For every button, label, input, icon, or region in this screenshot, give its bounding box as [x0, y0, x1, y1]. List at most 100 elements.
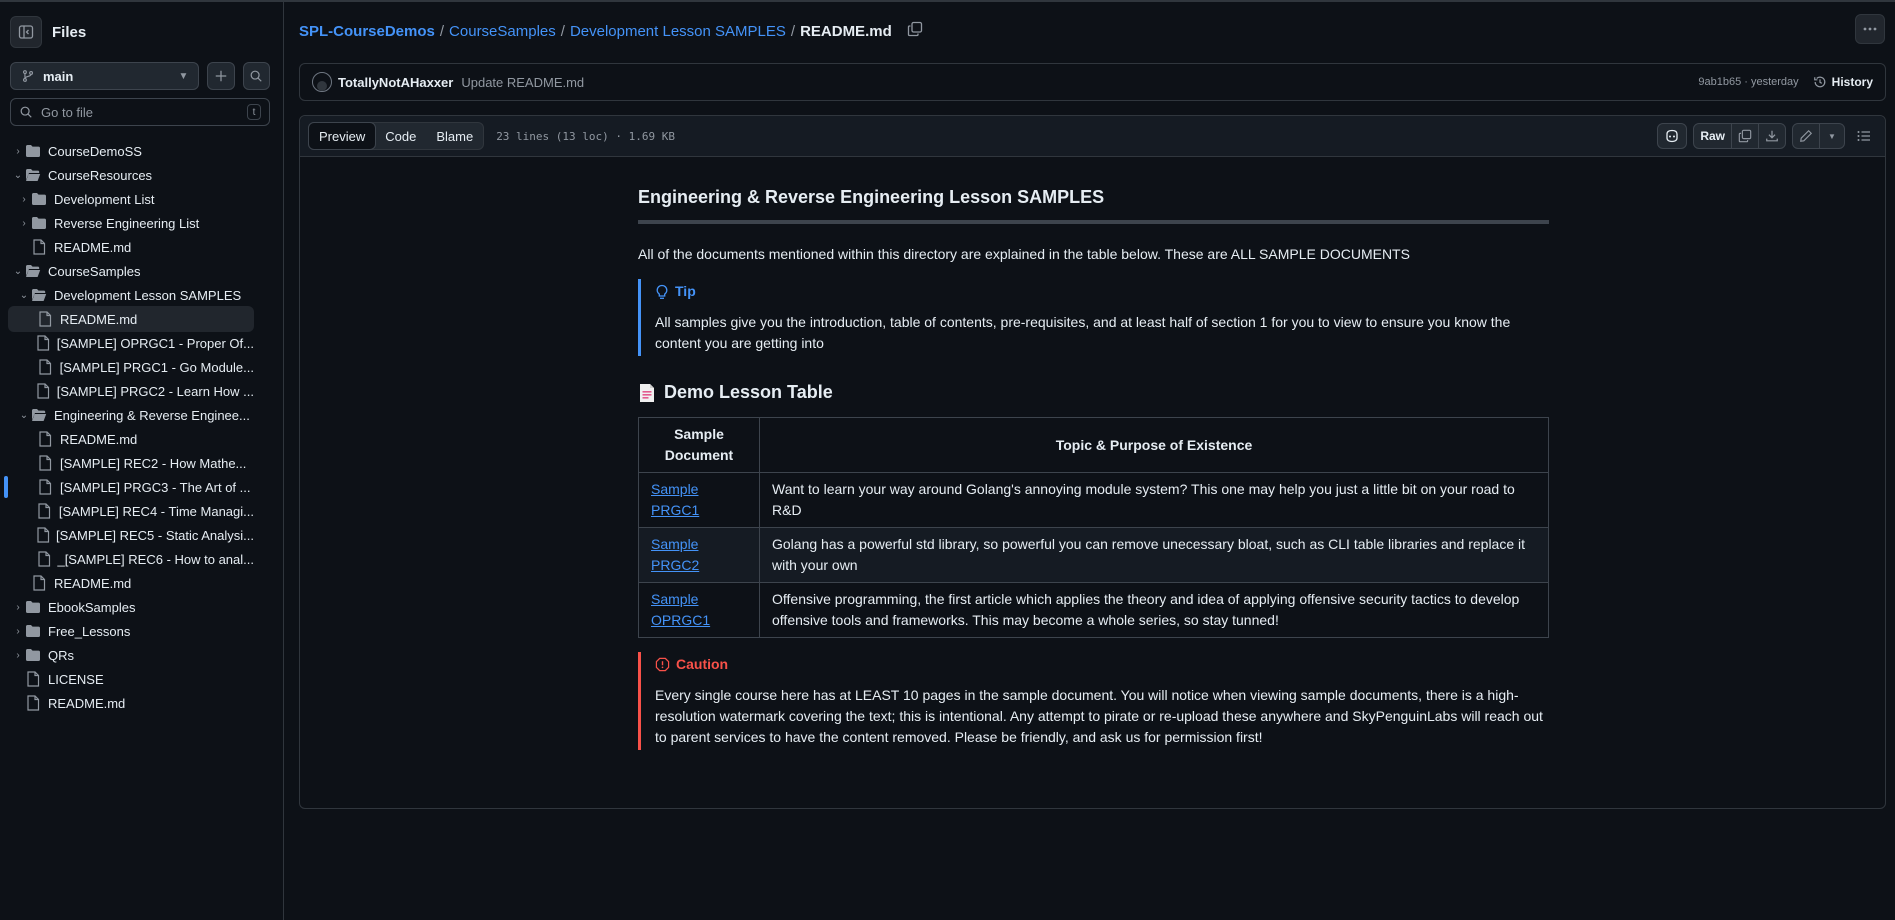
breadcrumb-dev-lesson-link[interactable]: Development Lesson SAMPLES	[570, 23, 786, 40]
tree-item-label: Free_Lessons	[48, 623, 131, 639]
tree-file-rec5[interactable]: [SAMPLE] REC5 - Static Analysi...	[8, 522, 254, 548]
tree-file-readme[interactable]: README.md	[8, 570, 254, 596]
sample-prgc2-link[interactable]: Sample PRGC2	[651, 536, 699, 573]
history-button[interactable]: History	[1813, 75, 1873, 89]
tree-folder-coursesamples[interactable]: ⌄ CourseSamples	[8, 258, 254, 284]
author-avatar[interactable]	[312, 72, 332, 92]
tree-file-prgc1[interactable]: [SAMPLE] PRGC1 - Go Module...	[8, 354, 254, 380]
tree-item-label: [SAMPLE] REC4 - Time Managi...	[58, 503, 254, 519]
file-icon	[36, 503, 53, 519]
tree-item-label: LICENSE	[48, 671, 104, 687]
tree-file-prgc3[interactable]: [SAMPLE] PRGC3 - The Art of ...	[8, 474, 254, 500]
view-mode-tabs: Preview Code Blame	[308, 122, 485, 150]
collapse-sidebar-button[interactable]	[10, 16, 42, 48]
copilot-icon	[1666, 129, 1678, 143]
caution-text: Every single course here has at LEAST 10…	[655, 687, 1543, 745]
tree-file-readme[interactable]: README.md	[8, 426, 254, 452]
chevron-down-icon: ⌄	[13, 265, 23, 277]
download-button[interactable]	[1758, 123, 1786, 149]
table-cell: Sample PRGC1	[638, 472, 760, 528]
search-code-button[interactable]	[242, 62, 270, 90]
breadcrumb-repo-link[interactable]: SPL-CourseDemos	[299, 23, 435, 40]
go-to-file-field[interactable]: t	[10, 98, 270, 126]
tree-file-readme[interactable]: README.md	[8, 234, 254, 260]
file-icon	[36, 431, 54, 447]
tree-folder-development-list[interactable]: › Development List	[8, 186, 254, 212]
tree-item-label: [SAMPLE] REC5 - Static Analysi...	[56, 527, 254, 543]
breadcrumb-coursesamples-link[interactable]: CourseSamples	[449, 23, 556, 40]
sample-oprgc1-link[interactable]: Sample OPRGC1	[651, 591, 710, 628]
tree-file-readme[interactable]: README.md	[8, 690, 254, 716]
tree-file-rec2[interactable]: [SAMPLE] REC2 - How Mathe...	[8, 450, 254, 476]
folder-open-icon	[30, 287, 48, 303]
tree-folder-qrs[interactable]: › QRs	[8, 642, 254, 668]
tree-folder-reverse-engineering-list[interactable]: › Reverse Engineering List	[8, 210, 254, 236]
tree-item-label: README.md	[60, 311, 138, 327]
sample-prgc1-link[interactable]: Sample PRGC1	[651, 481, 699, 518]
tree-item-label: README.md	[54, 575, 132, 591]
readme-intro: All of the documents mentioned within th…	[638, 246, 1410, 262]
raw-button[interactable]: Raw	[1693, 123, 1732, 149]
more-options-button[interactable]	[1855, 14, 1885, 44]
file-icon	[36, 455, 54, 471]
chevron-right-icon: ›	[16, 625, 20, 637]
folder-open-icon	[30, 407, 48, 423]
tree-item-label: [SAMPLE] PRGC3 - The Art of ...	[60, 479, 251, 495]
table-heading-text: Demo Lesson Table	[664, 382, 833, 402]
tree-folder-coursedemoss[interactable]: › CourseDemoSS	[8, 138, 254, 164]
copilot-button[interactable]	[1657, 123, 1688, 149]
tree-file-oprgc1[interactable]: [SAMPLE] OPRGC1 - Proper Of...	[8, 330, 254, 356]
commit-message[interactable]: Update README.md	[461, 75, 584, 90]
edit-file-button[interactable]	[1792, 123, 1820, 149]
tab-code[interactable]: Code	[375, 123, 426, 149]
tree-folder-development-lesson-samples[interactable]: ⌄ Development Lesson SAMPLES	[8, 282, 254, 308]
search-icon	[250, 70, 263, 82]
outline-button[interactable]	[1851, 123, 1877, 149]
download-icon	[1766, 130, 1778, 142]
tip-callout: Tip All samples give you the introductio…	[638, 279, 1549, 356]
tree-file-rec4[interactable]: [SAMPLE] REC4 - Time Managi...	[8, 498, 254, 524]
branch-row: main ▼	[10, 62, 270, 90]
commit-author[interactable]: TotallyNotAHaxxer	[338, 75, 453, 90]
edit-options-button[interactable]: ▼	[1819, 123, 1845, 149]
file-icon	[36, 479, 54, 495]
branch-select-button[interactable]: main ▼	[10, 62, 200, 90]
folder-open-icon	[24, 167, 42, 183]
add-file-button[interactable]	[207, 62, 235, 90]
tab-preview[interactable]: Preview	[308, 122, 377, 150]
file-tree-sidebar: Files main ▼ t › CourseDemoSS ⌄ CourseRe…	[0, 2, 284, 920]
file-icon	[36, 551, 51, 567]
top-border	[0, 0, 1895, 2]
tree-folder-free-lessons[interactable]: › Free_Lessons	[8, 618, 254, 644]
chevron-down-icon: ⌄	[19, 409, 29, 421]
commit-sha-time[interactable]: 9ab1b65 · yesterday	[1698, 76, 1798, 88]
light-bulb-icon	[656, 284, 668, 299]
copy-path-button[interactable]	[907, 21, 923, 41]
breadcrumb-separator: /	[560, 22, 565, 40]
tree-item-label: QRs	[48, 647, 74, 663]
folder-open-icon	[24, 263, 42, 279]
file-icon	[30, 239, 48, 255]
tree-file-readme-active[interactable]: README.md	[8, 306, 254, 332]
file-line-info: 23 lines (13 loc) · 1.69 KB	[496, 129, 675, 143]
git-branch-icon	[22, 70, 34, 82]
table-row: Sample PRGC2 Golang has a powerful std l…	[638, 527, 1549, 583]
tree-item-label: Reverse Engineering List	[54, 215, 200, 231]
folder-icon	[24, 647, 42, 663]
tree-item-label: CourseDemoSS	[48, 143, 142, 159]
tree-file-license[interactable]: LICENSE	[8, 666, 254, 692]
tree-file-rec6[interactable]: _[SAMPLE] REC6 - How to anal...	[8, 546, 254, 572]
tree-item-label: [SAMPLE] OPRGC1 - Proper Of...	[56, 335, 254, 351]
tip-title: Tip	[655, 281, 1549, 302]
tree-folder-engineering-reverse[interactable]: ⌄ Engineering & Reverse Enginee...	[8, 402, 254, 428]
folder-icon	[30, 215, 48, 231]
copy-raw-button[interactable]	[1731, 123, 1759, 149]
plus-icon	[215, 70, 227, 82]
go-to-file-input[interactable]	[41, 104, 239, 120]
tree-item-label: README.md	[60, 431, 138, 447]
tree-folder-courseresources[interactable]: ⌄ CourseResources	[8, 162, 254, 188]
tree-file-prgc2[interactable]: [SAMPLE] PRGC2 - Learn How ...	[8, 378, 254, 404]
caution-title: Caution	[655, 654, 1549, 675]
tab-blame[interactable]: Blame	[426, 123, 483, 149]
tree-folder-ebooksamples[interactable]: › EbookSamples	[8, 594, 254, 620]
